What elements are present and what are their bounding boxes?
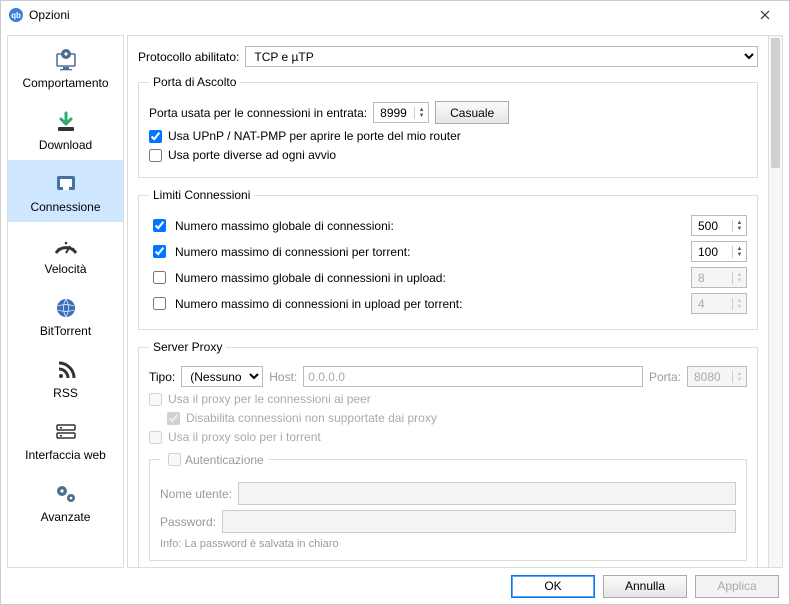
category-bittorrent[interactable]: BitTorrent bbox=[8, 284, 123, 346]
proxy-type-select[interactable]: (Nessuno) bbox=[181, 366, 263, 387]
max-per-torrent-label: Numero massimo di connessioni per torren… bbox=[175, 245, 410, 259]
max-per-torrent-checkbox[interactable] bbox=[153, 245, 166, 258]
max-upload-per-torrent-checkbox[interactable] bbox=[153, 297, 166, 310]
category-download[interactable]: Download bbox=[8, 98, 123, 160]
proxy-port-spinbox: 8080▲▼ bbox=[687, 366, 747, 387]
proxy-pass-info: Info: La password è salvata in chiaro bbox=[160, 538, 736, 550]
proxy-auth-legend: Autenticazione bbox=[185, 453, 264, 467]
category-speed[interactable]: Velocità bbox=[8, 222, 123, 284]
proxy-pass-input bbox=[222, 510, 736, 533]
category-label: Comportamento bbox=[12, 76, 119, 90]
upnp-label: Usa UPnP / NAT-PMP per aprire le porte d… bbox=[168, 129, 461, 143]
max-per-torrent-spinbox[interactable]: 100▲▼ bbox=[691, 241, 747, 262]
random-ports-label: Usa porte diverse ad ogni avvio bbox=[168, 148, 336, 162]
proxy-disable-unsupported-label: Disabilita connessioni non supportate da… bbox=[186, 411, 437, 425]
rss-icon bbox=[12, 356, 119, 384]
category-label: RSS bbox=[12, 386, 119, 400]
apply-button: Applica bbox=[695, 575, 779, 598]
proxy-torrent-only-checkbox bbox=[149, 431, 162, 444]
proxy-port-label: Porta: bbox=[649, 370, 681, 384]
proxy-user-label: Nome utente: bbox=[160, 487, 232, 501]
listening-port-group: Porta di Ascolto Porta usata per le conn… bbox=[138, 75, 758, 178]
max-upload-per-torrent-label: Numero massimo di connessioni in upload … bbox=[175, 297, 462, 311]
max-upload-global-checkbox[interactable] bbox=[153, 271, 166, 284]
category-label: Velocità bbox=[12, 262, 119, 276]
scrollbar-thumb[interactable] bbox=[771, 38, 780, 168]
random-port-button[interactable]: Casuale bbox=[435, 101, 509, 124]
port-spinbox[interactable]: 8999 ▲▼ bbox=[373, 102, 429, 123]
max-upload-global-label: Numero massimo globale di connessioni in… bbox=[175, 271, 446, 285]
close-button[interactable] bbox=[747, 3, 783, 27]
category-label: Connessione bbox=[12, 200, 119, 214]
scrollbar[interactable] bbox=[769, 35, 783, 568]
settings-panel: Protocollo abilitato: TCP e µTP Porta di… bbox=[127, 35, 769, 568]
speedometer-icon bbox=[12, 232, 119, 260]
category-webui[interactable]: Interfaccia web bbox=[8, 408, 123, 470]
category-label: Avanzate bbox=[12, 510, 119, 524]
proxy-peer-checkbox bbox=[149, 393, 162, 406]
window-title: Opzioni bbox=[29, 8, 747, 22]
proxy-host-label: Host: bbox=[269, 370, 297, 384]
proxy-auth-group: Autenticazione Nome utente: Password: In… bbox=[149, 450, 747, 561]
proxy-peer-label: Usa il proxy per le connessioni ai peer bbox=[168, 392, 371, 406]
proxy-user-input bbox=[238, 482, 736, 505]
cancel-button[interactable]: Annulla bbox=[603, 575, 687, 598]
proxy-legend: Server Proxy bbox=[149, 340, 226, 354]
max-upload-global-spinbox: 8▲▼ bbox=[691, 267, 747, 288]
globe-icon bbox=[12, 294, 119, 322]
connection-limits-legend: Limiti Connessioni bbox=[149, 188, 254, 202]
proxy-pass-label: Password: bbox=[160, 515, 216, 529]
download-icon bbox=[12, 108, 119, 136]
category-sidebar: Comportamento Download Connessione Veloc… bbox=[7, 35, 124, 568]
ok-button[interactable]: OK bbox=[511, 575, 595, 598]
proxy-group: Server Proxy Tipo: (Nessuno) Host: Porta… bbox=[138, 340, 758, 568]
upnp-checkbox[interactable] bbox=[149, 130, 162, 143]
listening-port-legend: Porta di Ascolto bbox=[149, 75, 240, 89]
port-label: Porta usata per le connessioni in entrat… bbox=[149, 106, 367, 120]
proxy-disable-unsupported-checkbox bbox=[167, 412, 180, 425]
proxy-torrent-only-label: Usa il proxy solo per i torrent bbox=[168, 430, 321, 444]
proxy-host-input bbox=[303, 366, 643, 387]
proxy-type-label: Tipo: bbox=[149, 370, 175, 384]
gears-icon bbox=[12, 480, 119, 508]
server-icon bbox=[12, 418, 119, 446]
category-label: Interfaccia web bbox=[12, 448, 119, 462]
protocol-select[interactable]: TCP e µTP bbox=[245, 46, 758, 67]
connection-limits-group: Limiti Connessioni Numero massimo global… bbox=[138, 188, 758, 330]
proxy-auth-checkbox bbox=[168, 453, 181, 466]
category-behavior[interactable]: Comportamento bbox=[8, 36, 123, 98]
max-global-checkbox[interactable] bbox=[153, 219, 166, 232]
protocol-label: Protocollo abilitato: bbox=[138, 50, 239, 64]
category-connection[interactable]: Connessione bbox=[8, 160, 123, 222]
gear-monitor-icon bbox=[12, 46, 119, 74]
app-icon: qb bbox=[9, 8, 23, 22]
ethernet-icon bbox=[12, 170, 119, 198]
random-ports-checkbox[interactable] bbox=[149, 149, 162, 162]
max-upload-per-torrent-spinbox: 4▲▼ bbox=[691, 293, 747, 314]
max-global-spinbox[interactable]: 500▲▼ bbox=[691, 215, 747, 236]
category-rss[interactable]: RSS bbox=[8, 346, 123, 408]
category-advanced[interactable]: Avanzate bbox=[8, 470, 123, 532]
category-label: Download bbox=[12, 138, 119, 152]
category-label: BitTorrent bbox=[12, 324, 119, 338]
max-global-label: Numero massimo globale di connessioni: bbox=[175, 219, 394, 233]
